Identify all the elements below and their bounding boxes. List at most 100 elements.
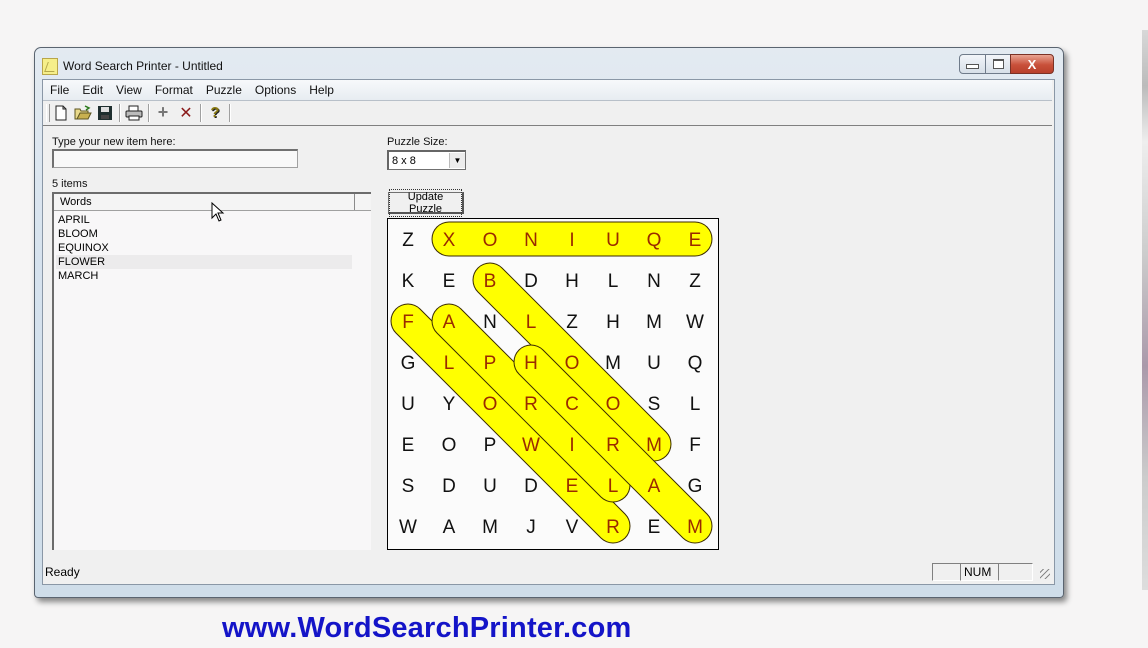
help-button[interactable]: ? <box>205 103 225 122</box>
update-puzzle-label: Update Puzzle <box>389 188 462 217</box>
grid-letter: O <box>442 435 457 456</box>
status-bar <box>43 562 1052 582</box>
grid-letter: M <box>687 517 703 538</box>
list-item[interactable]: EQUINOX <box>56 241 354 255</box>
menu-options[interactable]: Options <box>248 83 302 97</box>
grid-letter: S <box>402 476 415 497</box>
status-panel-caps <box>932 563 961 581</box>
grid-letter: E <box>689 230 702 251</box>
grid-letter: R <box>524 394 538 415</box>
menu-puzzle[interactable]: Puzzle <box>199 83 248 97</box>
menu-file[interactable]: File <box>43 83 75 97</box>
grid-letter: N <box>524 230 538 251</box>
grid-letter: V <box>566 517 579 538</box>
website-url: www.WordSearchPrinter.com <box>222 612 632 644</box>
words-list[interactable]: Words APRIL BLOOM EQUINOX FLOWER MARCH <box>52 192 371 550</box>
list-item[interactable]: BLOOM <box>56 227 354 241</box>
grid-letter: I <box>569 230 574 251</box>
grid-letter: R <box>606 435 620 456</box>
grid-letter: P <box>484 435 497 456</box>
list-item[interactable]: MARCH <box>56 269 354 283</box>
list-item[interactable]: APRIL <box>56 213 354 227</box>
grid-letter: K <box>402 271 415 292</box>
new-icon <box>55 105 67 120</box>
status-panel-scrl <box>998 563 1033 581</box>
grid-letter: W <box>522 435 540 456</box>
menu-help[interactable]: Help <box>302 83 340 97</box>
new-button[interactable] <box>51 103 71 122</box>
mouse-cursor-icon <box>211 201 225 222</box>
close-button[interactable]: X <box>1010 54 1054 74</box>
grid-letter: X <box>443 230 456 251</box>
window-title: Word Search Printer - Untitled <box>63 59 223 73</box>
app-icon <box>42 58 58 75</box>
grid-letter: A <box>648 476 661 497</box>
grid-letter: U <box>606 230 620 251</box>
list-item-hover[interactable]: FLOWER <box>56 255 352 269</box>
puzzle-size-select[interactable]: 8 x 8 ▼ <box>387 150 466 170</box>
toolbar: + ✕ ? <box>43 101 1052 126</box>
delete-icon: ✕ <box>179 104 193 122</box>
maximize-button[interactable] <box>985 54 1011 74</box>
save-icon <box>98 105 112 120</box>
grid-letter: H <box>524 353 538 374</box>
grid-letter: M <box>646 435 662 456</box>
grid-letter: Z <box>402 230 414 251</box>
grid-letter: E <box>402 435 415 456</box>
puzzle-grid: Z X O N I U Q EK E B D H L N ZF A N L Z H M WG L P H O M U QU Y O R C O S L… <box>387 218 719 550</box>
grid-letter: A <box>443 312 456 333</box>
open-button[interactable] <box>73 103 93 122</box>
grid-letter: P <box>484 353 497 374</box>
help-icon: ? <box>210 104 220 121</box>
grid-letter: H <box>565 271 579 292</box>
grid-letter: E <box>566 476 579 497</box>
grid-letter: G <box>688 476 703 497</box>
add-icon: + <box>157 102 169 122</box>
save-button[interactable] <box>95 103 115 122</box>
toolbar-separator <box>200 104 202 122</box>
puzzle-size-value: 8 x 8 <box>392 154 416 167</box>
menu-edit[interactable]: Edit <box>75 83 109 97</box>
resize-grip-icon[interactable] <box>1040 569 1050 579</box>
grid-letter: O <box>565 353 580 374</box>
grid-letter: O <box>483 230 498 251</box>
grid-letter: O <box>483 394 498 415</box>
grid-letter: Y <box>443 394 456 415</box>
grid-letter: M <box>646 312 662 333</box>
delete-word-button[interactable]: ✕ <box>176 103 196 122</box>
grid-letter: L <box>608 476 619 497</box>
grid-letter: W <box>686 312 704 333</box>
grid-letter: D <box>524 476 538 497</box>
new-item-label: Type your new item here: <box>52 136 176 148</box>
chevron-down-icon[interactable]: ▼ <box>449 153 465 168</box>
background-window-edge <box>1142 30 1148 590</box>
minimize-icon <box>966 64 979 69</box>
status-text: Ready <box>45 565 80 579</box>
column-header-words[interactable]: Words <box>54 194 355 210</box>
open-icon <box>74 104 92 119</box>
toolbar-separator <box>119 104 121 122</box>
print-button[interactable] <box>124 103 144 122</box>
toolbar-separator <box>229 104 231 122</box>
print-icon <box>125 105 143 120</box>
update-puzzle-button[interactable]: Update Puzzle <box>388 188 464 217</box>
new-item-input[interactable] <box>52 149 298 168</box>
grid-letter: Q <box>647 230 662 251</box>
minimize-button[interactable] <box>959 54 986 74</box>
grid-letter: H <box>606 312 620 333</box>
grid-letter: L <box>526 312 537 333</box>
close-icon: X <box>1027 56 1037 72</box>
add-word-button[interactable]: + <box>153 102 173 122</box>
grid-letter: F <box>689 435 701 456</box>
grid-letter: U <box>401 394 415 415</box>
grid-letter: D <box>524 271 538 292</box>
grid-letter: D <box>442 476 456 497</box>
menu-format[interactable]: Format <box>148 83 199 97</box>
grid-letter: C <box>565 394 579 415</box>
menu-view[interactable]: View <box>109 83 148 97</box>
grid-letter: L <box>608 271 619 292</box>
toolbar-grip[interactable] <box>46 104 50 122</box>
grid-letter: B <box>484 271 497 292</box>
grid-letter: N <box>483 312 497 333</box>
grid-letter: W <box>399 517 417 538</box>
